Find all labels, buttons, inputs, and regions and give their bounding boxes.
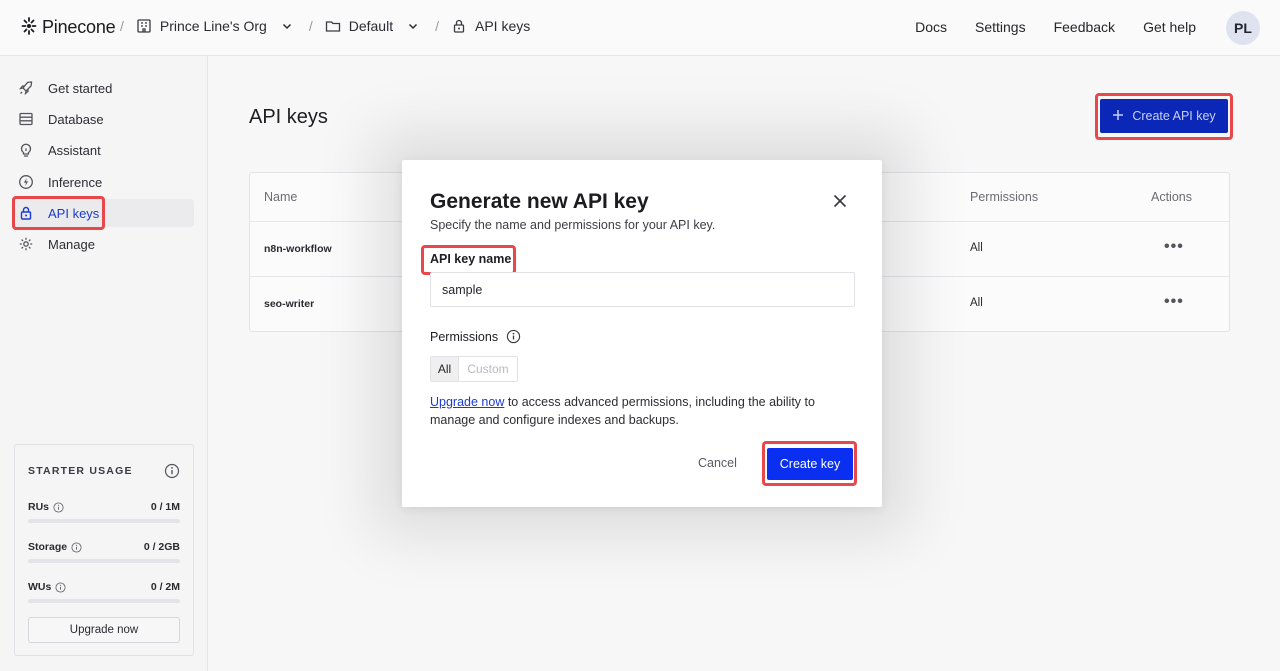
cancel-button[interactable]: Cancel (698, 456, 737, 470)
dialog-title: Generate new API key (430, 190, 649, 213)
info-icon[interactable] (506, 329, 521, 344)
upgrade-now-link[interactable]: Upgrade now (430, 395, 504, 409)
permission-option-custom[interactable]: Custom (459, 357, 517, 381)
create-key-button[interactable]: Create key (767, 448, 853, 480)
api-key-name-input[interactable] (430, 272, 855, 307)
generate-api-key-dialog: Generate new API key Specify the name an… (402, 160, 882, 507)
permissions-label: Permissions (430, 329, 521, 344)
close-icon[interactable] (832, 193, 848, 209)
permission-option-all[interactable]: All (431, 357, 459, 381)
permissions-toggle: All Custom (430, 356, 518, 382)
api-key-name-label: API key name (430, 252, 512, 266)
dialog-subtitle: Specify the name and permissions for you… (430, 218, 716, 232)
upgrade-note: Upgrade now to access advanced permissio… (430, 393, 850, 429)
permissions-label-text: Permissions (430, 329, 499, 344)
